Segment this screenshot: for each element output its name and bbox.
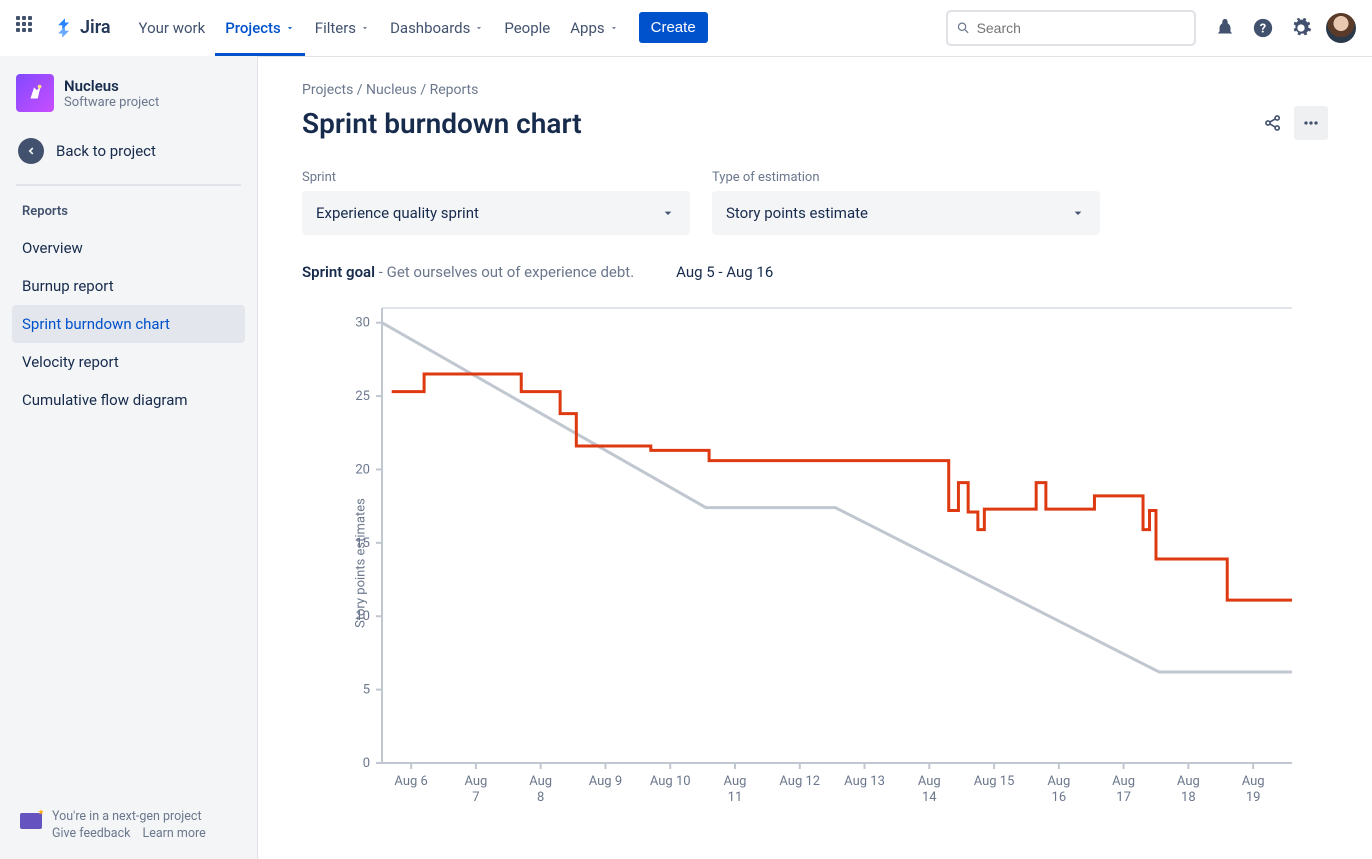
breadcrumb[interactable]: Projects / Nucleus / Reports	[302, 82, 1328, 98]
chevron-down-icon	[360, 23, 370, 33]
svg-text:8: 8	[537, 790, 544, 805]
estimation-select-label: Type of estimation	[712, 170, 1100, 185]
svg-text:Aug 9: Aug 9	[589, 774, 622, 789]
project-header[interactable]: Nucleus Software project	[12, 74, 245, 124]
brand-text: Jira	[80, 17, 111, 38]
svg-text:Aug 12: Aug 12	[779, 774, 820, 789]
footer-text: You're in a next-gen project	[52, 809, 206, 824]
project-type: Software project	[64, 95, 159, 110]
app-switcher-icon[interactable]	[16, 16, 40, 40]
sidebar-item-velocity[interactable]: Velocity report	[12, 343, 245, 381]
chevron-down-icon	[660, 205, 676, 221]
sprint-date-range: Aug 5 - Aug 16	[676, 263, 773, 281]
estimation-select[interactable]: Story points estimate	[712, 191, 1100, 235]
nav-projects[interactable]: Projects	[215, 0, 305, 56]
nav-filters[interactable]: Filters	[305, 0, 380, 56]
y-axis-label: Story points estimates	[353, 498, 368, 628]
back-arrow-icon	[18, 138, 44, 164]
sidebar-heading: Reports	[12, 194, 245, 229]
chevron-down-icon	[1070, 205, 1086, 221]
svg-text:Aug: Aug	[529, 774, 552, 789]
svg-text:Aug 15: Aug 15	[974, 774, 1015, 789]
nav-dashboards[interactable]: Dashboards	[380, 0, 494, 56]
svg-text:14: 14	[922, 790, 937, 805]
svg-text:Aug: Aug	[464, 774, 487, 789]
sprint-select[interactable]: Experience quality sprint	[302, 191, 690, 235]
search-icon	[956, 20, 971, 36]
sidebar-item-cumulative-flow[interactable]: Cumulative flow diagram	[12, 381, 245, 419]
svg-text:5: 5	[363, 683, 370, 698]
svg-text:Aug 10: Aug 10	[650, 774, 691, 789]
svg-text:18: 18	[1181, 790, 1196, 805]
help-icon[interactable]: ?	[1247, 12, 1279, 44]
top-bar: Jira Your work Projects Filters Dashboar…	[0, 0, 1372, 56]
svg-text:30: 30	[355, 316, 370, 331]
main-content: Projects / Nucleus / Reports Sprint burn…	[258, 56, 1372, 859]
settings-icon[interactable]	[1285, 12, 1317, 44]
sidebar: Nucleus Software project Back to project…	[0, 56, 258, 859]
notifications-icon[interactable]	[1209, 12, 1241, 44]
jira-logo[interactable]: Jira	[54, 17, 111, 39]
svg-text:Aug: Aug	[918, 774, 941, 789]
project-name: Nucleus	[64, 77, 159, 95]
share-icon	[1263, 113, 1283, 133]
create-button[interactable]: Create	[639, 12, 708, 43]
sidebar-footer: You're in a next-gen project Give feedba…	[12, 801, 245, 849]
share-button[interactable]	[1256, 106, 1290, 140]
svg-text:7: 7	[472, 790, 479, 805]
user-avatar[interactable]	[1326, 13, 1356, 43]
project-icon	[16, 74, 54, 112]
svg-text:25: 25	[355, 389, 370, 404]
svg-text:0: 0	[363, 756, 370, 771]
next-gen-icon	[20, 813, 42, 829]
nav-your-work[interactable]: Your work	[129, 0, 216, 56]
chevron-down-icon	[474, 23, 484, 33]
svg-text:20: 20	[355, 462, 370, 477]
chevron-down-icon	[609, 23, 619, 33]
more-icon	[1301, 113, 1321, 133]
learn-more-link[interactable]: Learn more	[142, 826, 205, 841]
nav-people[interactable]: People	[494, 0, 560, 56]
svg-text:Aug: Aug	[1112, 774, 1135, 789]
chevron-down-icon	[285, 23, 295, 33]
nav-apps[interactable]: Apps	[560, 0, 628, 56]
svg-text:Aug: Aug	[1177, 774, 1200, 789]
svg-text:19: 19	[1246, 790, 1261, 805]
svg-text:16: 16	[1052, 790, 1067, 805]
svg-text:Aug: Aug	[1242, 774, 1265, 789]
sprint-select-label: Sprint	[302, 170, 690, 185]
burndown-chart: Story points estimates 051015202530Aug 6…	[302, 303, 1328, 823]
svg-text:Aug 13: Aug 13	[844, 774, 885, 789]
page-title: Sprint burndown chart	[302, 107, 582, 140]
sidebar-item-burnup[interactable]: Burnup report	[12, 267, 245, 305]
svg-text:Aug: Aug	[724, 774, 747, 789]
back-to-project[interactable]: Back to project	[12, 124, 245, 178]
divider	[16, 184, 241, 186]
sidebar-item-overview[interactable]: Overview	[12, 229, 245, 267]
svg-text:11: 11	[728, 790, 743, 805]
more-button[interactable]	[1294, 106, 1328, 140]
svg-text:Aug: Aug	[1047, 774, 1070, 789]
sprint-goal: Sprint goal - Get ourselves out of exper…	[302, 263, 634, 281]
svg-text:17: 17	[1116, 790, 1131, 805]
search-input[interactable]	[977, 20, 1186, 36]
sidebar-item-sprint-burndown[interactable]: Sprint burndown chart	[12, 305, 245, 343]
svg-text:?: ?	[1260, 21, 1266, 36]
svg-text:Aug 6: Aug 6	[394, 774, 427, 789]
give-feedback-link[interactable]: Give feedback	[52, 826, 130, 841]
search-box[interactable]	[946, 10, 1196, 46]
